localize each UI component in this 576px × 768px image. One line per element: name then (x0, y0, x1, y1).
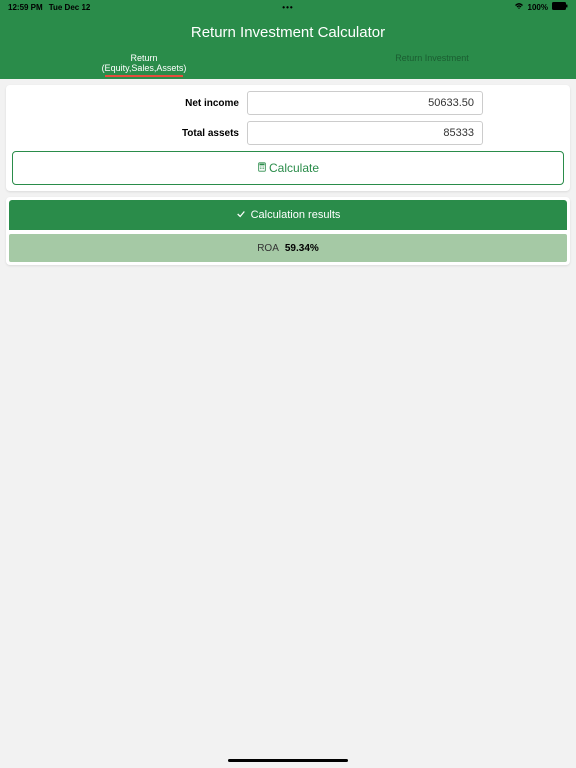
content-area: Net income Total assets Calculate Calcul… (0, 79, 576, 271)
results-heading: Calculation results (251, 209, 341, 221)
tab-bar: Return (Equity,Sales,Assets) Return Inve… (0, 49, 576, 79)
app-header: Return Investment Calculator Return (Equ… (0, 14, 576, 79)
total-assets-label: Total assets (12, 128, 247, 139)
roa-label: ROA (257, 243, 279, 254)
battery-percent: 100% (528, 3, 548, 12)
net-income-input[interactable] (247, 91, 483, 115)
calculate-button[interactable]: Calculate (12, 151, 564, 185)
net-income-label: Net income (12, 98, 247, 109)
wifi-icon (514, 2, 524, 12)
status-date: Tue Dec 12 (49, 3, 91, 12)
input-card: Net income Total assets Calculate (6, 85, 570, 191)
tab-return[interactable]: Return (Equity,Sales,Assets) (0, 49, 288, 79)
roa-result-row: ROA 59.34% (9, 234, 567, 262)
calculator-icon (257, 161, 267, 175)
results-card: Calculation results ROA 59.34% (6, 197, 570, 265)
net-income-row: Net income (12, 91, 564, 115)
page-title: Return Investment Calculator (0, 14, 576, 49)
results-header: Calculation results (9, 200, 567, 230)
status-bar: 12:59 PM Tue Dec 12 ••• 100% (0, 0, 576, 14)
check-icon (236, 209, 246, 222)
roa-value: 59.34% (285, 243, 319, 254)
status-dots: ••• (282, 3, 293, 12)
tab-label: Return Investment (288, 53, 576, 63)
tab-label: Return (0, 53, 288, 63)
status-time: 12:59 PM (8, 3, 43, 12)
tab-sublabel: (Equity,Sales,Assets) (0, 63, 288, 73)
battery-icon (552, 2, 568, 12)
home-indicator[interactable] (228, 759, 348, 762)
calculate-label: Calculate (269, 161, 319, 175)
total-assets-input[interactable] (247, 121, 483, 145)
tab-return-investment[interactable]: Return Investment (288, 49, 576, 79)
total-assets-row: Total assets (12, 121, 564, 145)
